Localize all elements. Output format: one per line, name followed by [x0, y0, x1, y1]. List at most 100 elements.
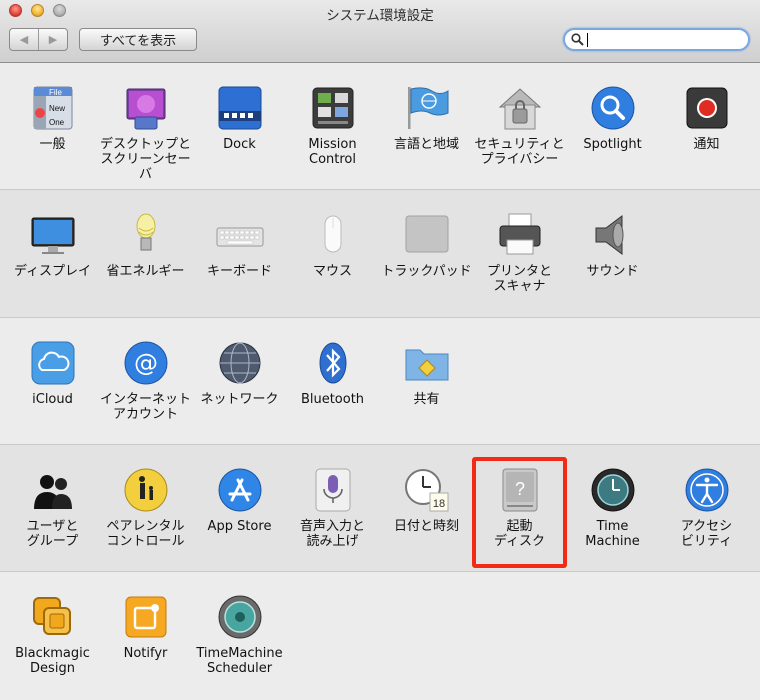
- general-icon: File New One: [33, 86, 72, 130]
- show-all-button[interactable]: すべてを表示: [79, 28, 197, 51]
- pane-internet-accounts[interactable]: @ インターネット アカウント: [99, 338, 192, 422]
- mouse-icon: [324, 215, 341, 253]
- pane-label: デスクトップと スクリーンセーバ: [99, 137, 191, 182]
- pane-app-store[interactable]: App Store: [193, 465, 286, 534]
- icloud-icon: [31, 341, 74, 385]
- clock-calendar-icon: 18: [404, 469, 448, 512]
- pane-date-time[interactable]: 18 日付と時刻: [380, 465, 473, 534]
- pane-sharing[interactable]: 共有: [380, 338, 473, 407]
- app-store-icon: [218, 468, 261, 512]
- pane-label: Mission Control: [308, 137, 357, 167]
- pane-label: ペアレンタル コントロール: [106, 519, 185, 549]
- pane-label: 通知: [693, 137, 720, 152]
- desktop-screensaver-icon: [126, 88, 165, 130]
- pane-label: 省エネルギー: [106, 264, 185, 279]
- pane-display[interactable]: ディスプレイ: [6, 210, 99, 279]
- at-sign-icon: @: [124, 341, 167, 385]
- pane-language-region[interactable]: 言語と地域: [380, 83, 473, 152]
- pane-sound[interactable]: サウンド: [566, 210, 659, 279]
- pane-bluetooth[interactable]: Bluetooth: [286, 338, 379, 407]
- chevron-right-icon: ▶: [48, 33, 58, 46]
- pane-label: Spotlight: [583, 137, 642, 152]
- svg-text:@: @: [134, 349, 158, 377]
- pane-security-privacy[interactable]: セキュリティと プライバシー: [473, 83, 566, 167]
- microphone-icon: [315, 468, 350, 512]
- preferences-row-system: ユーザと グループ ペアレンタル コントロール App Store 音声入力と …: [0, 445, 760, 572]
- pane-label: 日付と時刻: [393, 519, 459, 534]
- search-field[interactable]: [563, 28, 750, 51]
- pane-label: プリンタと スキャナ: [486, 264, 552, 294]
- window-title: システム環境設定: [326, 8, 434, 24]
- pane-label: マウス: [312, 264, 352, 279]
- display-icon: [31, 217, 74, 254]
- pane-dock[interactable]: Dock: [193, 83, 286, 152]
- pane-mouse[interactable]: マウス: [286, 210, 379, 279]
- window-toolbar: システム環境設定 ◀ ▶ すべてを表示: [0, 0, 760, 63]
- network-globe-icon: [219, 342, 260, 384]
- pane-trackpad[interactable]: トラックパッド: [380, 210, 473, 279]
- security-privacy-icon: [498, 88, 541, 130]
- notifications-icon: [686, 87, 727, 129]
- pane-printers-scanners[interactable]: プリンタと スキャナ: [473, 210, 566, 294]
- back-button[interactable]: ◀: [10, 29, 38, 50]
- pane-network[interactable]: ネットワーク: [193, 338, 286, 407]
- pane-timemachine-scheduler[interactable]: TimeMachine Scheduler: [193, 592, 286, 676]
- printer-icon: [499, 213, 540, 255]
- preferences-row-personal: File New One 一般 デスクトップと スクリーンセーバ Dock Mi…: [0, 63, 760, 190]
- pane-time-machine[interactable]: Time Machine: [566, 465, 659, 549]
- pane-keyboard[interactable]: キーボード: [193, 210, 286, 279]
- pane-label: 言語と地域: [393, 137, 459, 152]
- pane-label: アクセシ ビリティ: [680, 519, 733, 549]
- pane-icloud[interactable]: iCloud: [6, 338, 99, 407]
- pane-label: Time Machine: [585, 519, 640, 549]
- timemachine-scheduler-icon: [218, 595, 261, 639]
- pane-label: Bluetooth: [300, 392, 365, 407]
- pane-label: セキュリティと プライバシー: [474, 137, 565, 167]
- pane-label: TimeMachine Scheduler: [196, 646, 283, 676]
- mission-control-icon: [312, 87, 353, 129]
- pane-accessibility[interactable]: アクセシ ビリティ: [660, 465, 753, 549]
- pane-label: iCloud: [32, 392, 73, 407]
- pane-label: ユーザと グループ: [26, 519, 79, 549]
- language-region-icon: [407, 87, 448, 129]
- pane-energy-saver[interactable]: 省エネルギー: [99, 210, 192, 279]
- energy-saver-icon: [136, 213, 155, 251]
- svg-text:One: One: [49, 118, 65, 127]
- pane-general[interactable]: File New One 一般: [6, 83, 99, 152]
- users-groups-icon: [33, 475, 72, 509]
- pane-label: 共有: [413, 392, 440, 407]
- parental-controls-icon: [124, 468, 167, 512]
- blackmagic-design-icon: [32, 597, 71, 635]
- search-input[interactable]: [587, 31, 743, 48]
- pane-users-groups[interactable]: ユーザと グループ: [6, 465, 99, 549]
- pane-label: ネットワーク: [200, 392, 279, 407]
- accessibility-icon: [685, 468, 728, 512]
- startup-disk-highlight-box: [472, 457, 567, 568]
- search-icon: [571, 33, 584, 46]
- pane-spotlight[interactable]: Spotlight: [566, 83, 659, 152]
- pane-parental-controls[interactable]: ペアレンタル コントロール: [99, 465, 192, 549]
- pane-notifyr[interactable]: Notifyr: [99, 592, 192, 661]
- pane-label: トラックパッド: [381, 264, 472, 279]
- time-machine-icon: [591, 468, 634, 512]
- pane-dictation-speech[interactable]: 音声入力と 読み上げ: [286, 465, 379, 549]
- pane-label: Dock: [223, 137, 256, 152]
- pane-notifications[interactable]: 通知: [660, 83, 753, 152]
- pane-label: 音声入力と 読み上げ: [299, 519, 365, 549]
- pane-label: インターネット アカウント: [99, 392, 191, 422]
- preferences-row-hardware: ディスプレイ 省エネルギー キーボード マウス トラックパッド プリンタと スキ…: [0, 190, 760, 318]
- pane-label: 一般: [39, 137, 66, 152]
- pane-desktop-screensaver[interactable]: デスクトップと スクリーンセーバ: [99, 83, 192, 182]
- svg-text:File: File: [49, 88, 62, 97]
- preferences-row-internet: iCloud @ インターネット アカウント ネットワーク Bluetooth …: [0, 318, 760, 445]
- pane-mission-control[interactable]: Mission Control: [286, 83, 379, 167]
- text-cursor: [587, 33, 588, 47]
- preferences-row-other: Blackmagic Design Notifyr TimeMachine Sc…: [0, 572, 760, 700]
- speaker-icon: [595, 215, 623, 255]
- pane-label: Blackmagic Design: [15, 646, 90, 676]
- forward-button[interactable]: ▶: [38, 29, 67, 50]
- svg-text:New: New: [49, 104, 65, 113]
- pane-label: App Store: [207, 519, 272, 534]
- pane-blackmagic-design[interactable]: Blackmagic Design: [6, 592, 99, 676]
- chevron-left-icon: ◀: [19, 33, 29, 46]
